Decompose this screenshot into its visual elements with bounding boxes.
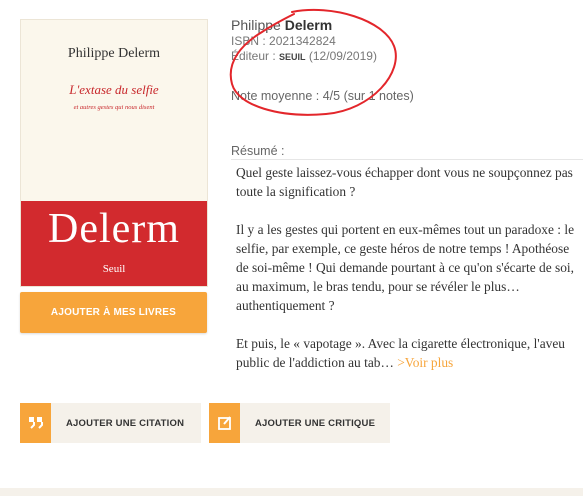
edit-icon (209, 403, 240, 443)
summary-paragraph: Quel geste laissez-vous échapper dont vo… (236, 165, 573, 199)
book-cover[interactable]: Philippe Delerm L'extase du selfie et au… (20, 19, 208, 287)
summary-paragraph: Et puis, le « vapotage ». Avec la cigare… (236, 334, 578, 372)
quote-icon (20, 403, 51, 443)
add-to-my-books-button[interactable]: Ajouter à mes livres (20, 292, 207, 333)
summary-paragraph: Il y a les gestes qui portent en eux-mêm… (236, 222, 575, 313)
cover-author: Philippe Delerm (67, 46, 161, 61)
summary-label: Résumé : (231, 144, 285, 158)
cover-subtitle: et autres gestes qui nous disent (73, 104, 155, 111)
cover-band: Delerm Seuil (21, 201, 207, 286)
cover-title: L'extase du selfie (69, 82, 159, 97)
cover-author-name: Delerm (48, 206, 180, 252)
add-review-button[interactable]: Ajouter une critique (209, 403, 390, 443)
add-quote-button[interactable]: Ajouter une citation (20, 403, 201, 443)
summary-divider (231, 159, 583, 160)
footer-strip (0, 488, 583, 496)
red-circle-annotation (229, 8, 397, 116)
cover-publisher: Seuil (102, 263, 126, 275)
add-quote-label: Ajouter une citation (66, 417, 185, 429)
book-summary: Quel geste laissez-vous échapper dont vo… (236, 163, 578, 391)
add-review-label: Ajouter une critique (255, 417, 376, 429)
see-more-link[interactable]: >Voir plus (394, 355, 453, 370)
